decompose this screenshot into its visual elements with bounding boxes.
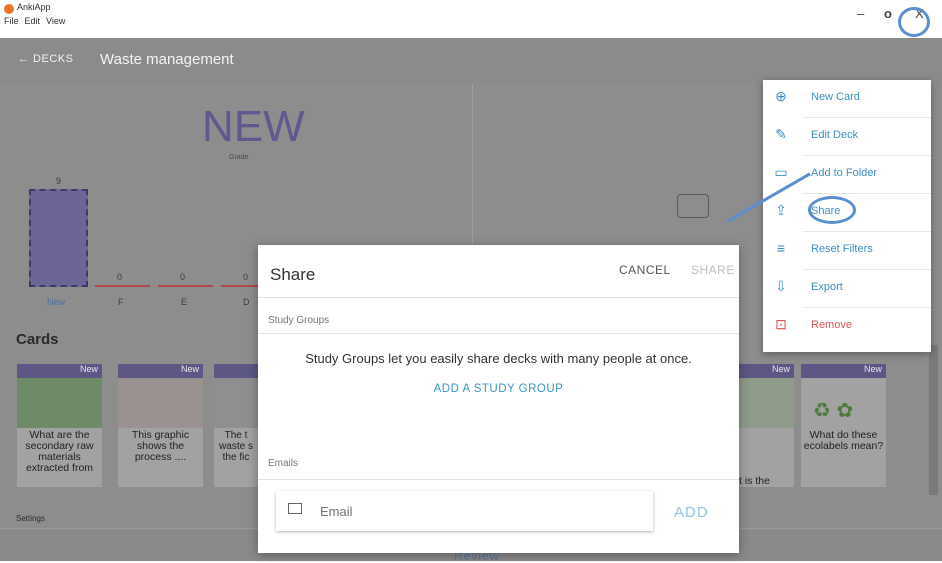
card-image: [739, 378, 794, 428]
menu-item-edit-deck[interactable]: ✎ Edit Deck: [763, 118, 931, 156]
menu-item-label: Export: [811, 281, 843, 293]
card-item[interactable]: New t is the: [739, 364, 794, 487]
bar-value-e: 0: [180, 272, 186, 282]
edit-icon: ✎: [775, 126, 787, 142]
menu-item-remove[interactable]: ⊡ Remove: [763, 308, 931, 346]
trash-icon: ⊡: [775, 316, 787, 332]
bar-label-new: New: [47, 297, 66, 307]
menu-item-label: Remove: [811, 319, 852, 331]
bar-value-new: 9: [56, 176, 62, 186]
bar-value-d: 0: [243, 272, 249, 282]
filter-icon: ≡: [776, 240, 786, 256]
cards-heading: Cards: [16, 331, 59, 348]
bar-value-f: 0: [117, 272, 123, 282]
share-button[interactable]: SHARE: [691, 263, 735, 277]
card-text: This graphic shows the process ....: [131, 429, 190, 463]
app-header: ← DECKS Waste management: [0, 38, 942, 84]
menu-item-label: Edit Deck: [811, 129, 859, 141]
bar-label-f: F: [118, 297, 124, 307]
email-field: [276, 491, 653, 531]
back-to-decks-button[interactable]: ← DECKS: [18, 53, 73, 65]
email-input[interactable]: [318, 497, 642, 525]
card-image: ♻ ✿: [801, 378, 886, 428]
more-button-highlight: [898, 7, 930, 37]
export-icon: ⇩: [775, 278, 787, 294]
study-groups-description: Study Groups let you easily share decks …: [305, 351, 692, 366]
plus-circle-icon: ⊕: [775, 88, 787, 104]
app-logo-icon: [4, 4, 14, 14]
menu-item-label: Reset Filters: [811, 243, 873, 255]
scrollbar[interactable]: [929, 345, 938, 495]
menu-item-export[interactable]: ⇩ Export: [763, 270, 931, 308]
card-image: [17, 378, 102, 428]
menu-file[interactable]: File: [4, 16, 19, 26]
dialog-divider: [258, 297, 739, 298]
menu-view[interactable]: View: [46, 16, 65, 26]
stat-subheading: Grade: [229, 154, 249, 161]
cancel-button[interactable]: CANCEL: [619, 263, 671, 277]
card-image: [118, 378, 203, 428]
card-text: What do these ecolabels mean?: [803, 429, 884, 452]
ecolabel-icon: ♻ ✿: [813, 400, 854, 422]
mail-icon: [288, 503, 302, 514]
dialog-title: Share: [270, 265, 316, 284]
card-text: The t waste s the fic: [219, 430, 253, 463]
window-titlebar: [0, 0, 942, 38]
menu-item-label: New Card: [811, 91, 860, 103]
share-icon: ⇪: [775, 202, 787, 218]
bar-e[interactable]: [158, 285, 213, 287]
card-tag: New: [801, 364, 886, 378]
card-item[interactable]: The t waste s the fic: [214, 364, 258, 487]
bar-d[interactable]: [221, 285, 258, 287]
dialog-divider: [258, 479, 739, 480]
card-tag: New: [739, 364, 794, 378]
card-image: [214, 378, 258, 428]
card-item[interactable]: New What are the secondary raw materials…: [17, 364, 102, 487]
dialog-divider: [258, 333, 739, 334]
settings-label[interactable]: Settings: [16, 514, 45, 523]
deck-title: Waste management: [100, 51, 234, 68]
menu-edit[interactable]: Edit: [25, 16, 41, 26]
card-text: t is the: [739, 475, 770, 487]
card-text: What are the secondary raw materials ext…: [25, 429, 94, 474]
minimize-button[interactable]: –: [857, 6, 864, 21]
bar-label-d: D: [243, 297, 250, 307]
window-title: AnkiApp: [17, 2, 51, 12]
add-email-button[interactable]: ADD: [674, 504, 709, 521]
menu-bar: File Edit View: [4, 16, 65, 26]
menu-item-label: Add to Folder: [811, 167, 878, 179]
menu-item-add-to-folder[interactable]: ▭ Add to Folder: [763, 156, 931, 194]
emails-label: Emails: [268, 458, 299, 469]
stat-heading: NEW: [202, 102, 305, 151]
maximize-button[interactable]: o: [884, 6, 892, 21]
card-tag: New: [118, 364, 203, 378]
card-tag: New: [17, 364, 102, 378]
card-tag: [214, 364, 258, 378]
bar-f[interactable]: [95, 285, 150, 287]
bar-label-e: E: [181, 297, 188, 307]
menu-item-reset-filters[interactable]: ≡ Reset Filters: [763, 232, 931, 270]
card-item[interactable]: New This graphic shows the process ....: [118, 364, 203, 487]
add-study-group-button[interactable]: ADD A STUDY GROUP: [258, 383, 739, 395]
inbox-icon: [677, 194, 709, 218]
bar-new[interactable]: [29, 189, 88, 287]
share-dialog: Share CANCEL SHARE Study Groups Study Gr…: [258, 245, 739, 553]
folder-icon: ▭: [774, 164, 788, 180]
menu-item-new-card[interactable]: ⊕ New Card: [763, 80, 931, 118]
study-groups-label: Study Groups: [268, 315, 330, 326]
share-highlight-annotation: [808, 196, 856, 224]
card-item[interactable]: New ♻ ✿ What do these ecolabels mean?: [801, 364, 886, 487]
